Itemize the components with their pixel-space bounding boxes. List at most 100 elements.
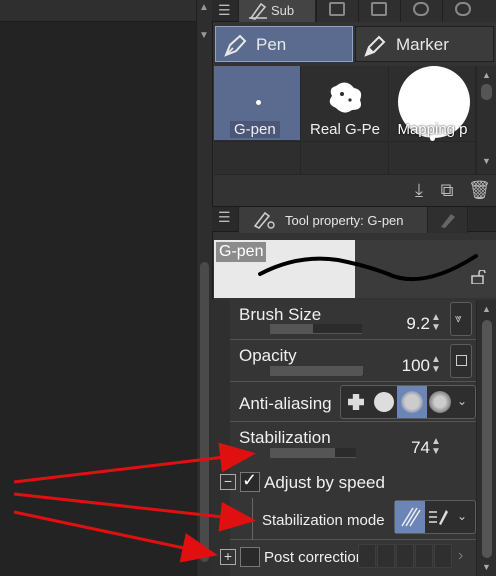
pen-tool-button[interactable]: Pen <box>215 26 353 62</box>
property-label: Anti-aliasing <box>239 394 332 413</box>
duplicate-icon[interactable]: ⧉ <box>436 179 458 201</box>
sub-tool-pen-icon <box>249 2 267 20</box>
brush-item-real-g-pen[interactable]: Real G-Pe <box>302 66 389 140</box>
opacity-value[interactable]: 100 <box>390 356 430 376</box>
brush-size-slider[interactable] <box>270 324 362 334</box>
scroll-down-icon[interactable]: ▼ <box>199 30 209 41</box>
tab-sub-tool[interactable]: Sub <box>238 0 316 22</box>
stabilization-value[interactable]: 74 <box>390 438 430 458</box>
brush-grid-scrollbar[interactable]: ▲ ▼ <box>476 66 496 174</box>
spin-arrows-icon[interactable]: ▲ ▼ <box>430 313 442 333</box>
tab-color[interactable] <box>400 0 442 22</box>
spin-arrows-icon[interactable]: ▲ ▼ <box>430 355 442 375</box>
chevron-right-icon[interactable]: › <box>458 547 463 565</box>
import-icon[interactable]: ⤓ <box>408 179 430 201</box>
property-stabilization: Stabilization 74 ▲ ▼ <box>230 422 476 466</box>
layer-icon <box>329 2 345 16</box>
sub-tool-action-bar: ⤓ ⧉ 🗑 <box>214 174 496 204</box>
stabilization-slider[interactable] <box>270 448 356 458</box>
brush-size-value[interactable]: 9.2 <box>390 314 430 334</box>
tool-property-scrollbar[interactable]: ▲ ▼ <box>476 300 496 576</box>
chevrons-down-icon: ⩔ <box>455 311 462 325</box>
mode-pressure-option[interactable] <box>423 501 453 533</box>
panel-menu-icon[interactable]: ☰ <box>218 209 231 226</box>
anti-aliasing-selector: ⌄ <box>340 385 476 419</box>
brush-item[interactable] <box>214 141 301 174</box>
post-option-cell[interactable] <box>377 544 395 568</box>
chevron-down-icon[interactable]: ⌄ <box>457 509 467 523</box>
color-icon <box>413 2 429 16</box>
scroll-up-icon[interactable]: ▲ <box>482 70 491 80</box>
chevron-down-icon[interactable]: ⌄ <box>457 394 467 408</box>
aa-strong-option[interactable] <box>425 386 455 418</box>
navigator-icon <box>371 2 387 16</box>
aa-weak-icon <box>374 392 394 412</box>
brush-dot-icon <box>256 100 261 105</box>
adjust-by-speed-checkbox[interactable]: ✓ <box>240 470 260 492</box>
marker-tool-button[interactable]: Marker <box>355 26 494 62</box>
property-label: Stabilization <box>239 428 331 447</box>
property-opacity: Opacity 100 ▲ ▼ <box>230 340 476 382</box>
sub-tool-tabbar: ☰ Sub <box>212 0 496 22</box>
post-option-cell[interactable] <box>396 544 414 568</box>
brush-item[interactable] <box>302 141 389 174</box>
panel-menu-icon[interactable]: ☰ <box>218 0 234 22</box>
post-correction-checkbox[interactable] <box>240 547 260 567</box>
property-left-strip <box>212 300 230 576</box>
scrollbar-thumb[interactable] <box>200 262 209 562</box>
tab-tool-property[interactable]: Tool property: G-pen <box>238 207 428 233</box>
opacity-slider[interactable] <box>270 366 363 376</box>
expand-plus-icon[interactable]: + <box>220 549 236 565</box>
opacity-dynamics-button[interactable] <box>450 344 472 378</box>
brush-item[interactable] <box>390 136 476 174</box>
aa-medium-option[interactable] <box>397 386 427 418</box>
mode-speed-option[interactable] <box>395 501 425 533</box>
slider-fill <box>271 324 313 333</box>
property-brush-size: Brush Size 9.2 ▲ ▼ ⩔ <box>230 300 476 340</box>
canvas-top-bar <box>0 0 196 22</box>
brush-name: Real G-Pe <box>309 121 381 138</box>
post-option-cell[interactable] <box>415 544 433 568</box>
post-correction-options <box>358 544 458 568</box>
aa-weak-option[interactable] <box>369 386 399 418</box>
scroll-down-icon[interactable]: ▼ <box>482 156 491 166</box>
property-label: Opacity <box>239 346 297 365</box>
tab-navigator[interactable] <box>358 0 400 22</box>
post-option-cell[interactable] <box>434 544 452 568</box>
pen-tool-label: Pen <box>256 35 287 54</box>
brush-item-g-pen[interactable]: G-pen <box>214 66 301 140</box>
scroll-up-icon[interactable]: ▲ <box>199 2 209 13</box>
scroll-down-icon[interactable]: ▼ <box>482 562 491 572</box>
tab-layer[interactable] <box>316 0 358 22</box>
spin-arrows-icon[interactable]: ▲ ▼ <box>430 437 442 457</box>
canvas-area <box>0 0 196 576</box>
property-stabilization-mode: Stabilization mode ⌄ <box>230 498 476 540</box>
post-option-cell[interactable] <box>358 544 376 568</box>
tool-property-list: Brush Size 9.2 ▲ ▼ ⩔ Opacity 100 ▲ ▼ Anti-… <box>220 300 476 576</box>
tab-brush-size[interactable] <box>428 207 468 233</box>
aa-strong-icon <box>429 391 451 413</box>
preview-label: G-pen <box>216 242 267 262</box>
trash-icon[interactable]: 🗑 <box>468 179 491 201</box>
brush-preview: G-pen <box>214 240 496 298</box>
scroll-up-icon[interactable]: ▲ <box>482 304 491 314</box>
marker-tool-label: Marker <box>396 35 449 54</box>
scrollbar-thumb[interactable] <box>482 320 492 558</box>
collapse-minus-icon[interactable]: − <box>220 474 236 490</box>
brush-item-mapping-pen[interactable]: Mapping p <box>390 66 476 140</box>
unlock-icon[interactable] <box>470 270 486 284</box>
brush-size-dynamics-button[interactable]: ⩔ <box>450 302 472 336</box>
tab-info[interactable] <box>442 0 496 22</box>
aa-none-icon <box>348 394 364 410</box>
property-label: Stabilization mode <box>262 512 385 529</box>
speed-lines-icon <box>401 507 421 527</box>
canvas-vertical-scrollbar[interactable]: ▲ ▼ <box>196 0 212 576</box>
tool-property-icon <box>253 211 275 229</box>
checkmark-icon: ✓ <box>242 470 258 490</box>
aa-none-option[interactable] <box>341 386 371 418</box>
property-label: Brush Size <box>239 305 322 324</box>
property-post-correction: + Post correction › <box>220 540 476 574</box>
scrollbar-thumb[interactable] <box>481 84 492 100</box>
brush-dot-icon <box>430 136 435 141</box>
aa-medium-icon <box>401 391 423 413</box>
